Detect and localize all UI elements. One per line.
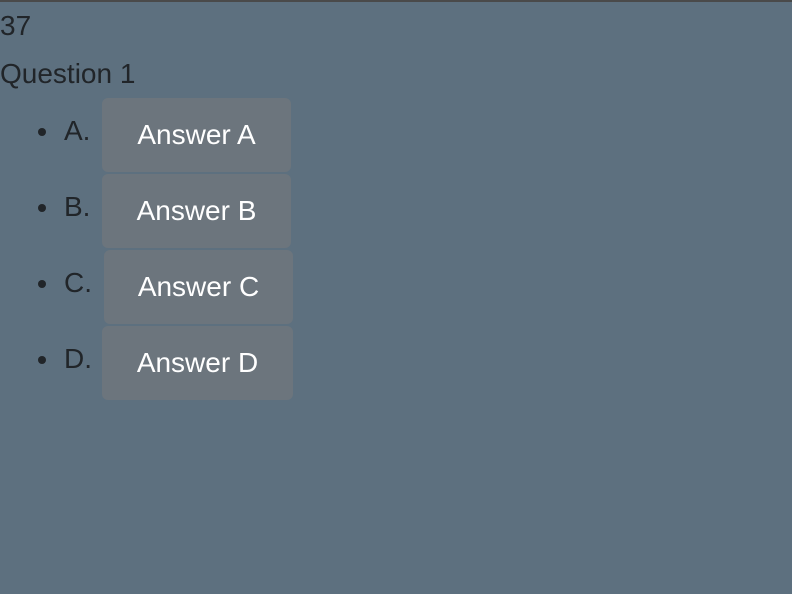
answer-b-button[interactable]: Answer B: [102, 174, 291, 248]
answer-list: A. Answer A B. Answer B C. Answer C D. A…: [0, 98, 792, 402]
bullet-icon: [38, 280, 46, 288]
question-title: Question 1: [0, 58, 136, 89]
score-counter: 37: [0, 10, 32, 41]
answer-letter: C.: [64, 267, 92, 298]
bullet-icon: [38, 128, 46, 136]
answer-item: B. Answer B: [38, 174, 792, 250]
answer-a-button[interactable]: Answer A: [102, 98, 291, 172]
answer-letter: B.: [64, 191, 91, 222]
answer-c-button[interactable]: Answer C: [104, 250, 293, 324]
bullet-icon: [38, 356, 46, 364]
answer-item: D. Answer D: [38, 326, 792, 402]
answer-item: A. Answer A: [38, 98, 792, 174]
bullet-icon: [38, 204, 46, 212]
answer-letter: A.: [64, 115, 91, 146]
answer-letter: D.: [64, 343, 92, 374]
answer-item: C. Answer C: [38, 250, 792, 326]
answer-d-button[interactable]: Answer D: [102, 326, 293, 400]
